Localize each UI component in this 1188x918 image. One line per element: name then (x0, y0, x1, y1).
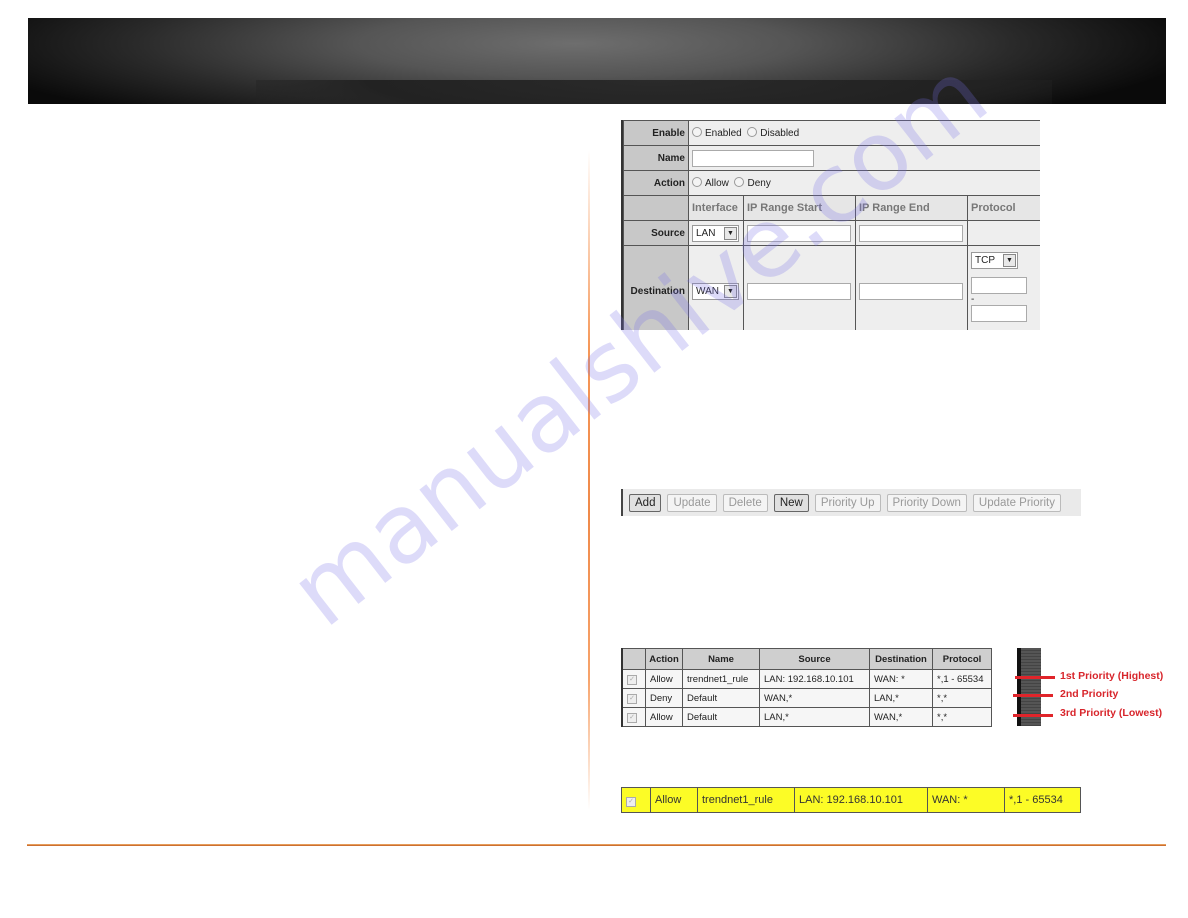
protocol-select[interactable]: TCP ▼ (971, 252, 1018, 269)
rule-action: Deny (645, 688, 683, 708)
rule-protocol: *,1 - 65534 (932, 669, 992, 689)
table-row[interactable]: ✓ Deny Default WAN,* LAN,* *,* (621, 688, 992, 708)
destination-ip-start-input[interactable] (747, 283, 851, 300)
allow-option-label: Allow (705, 178, 729, 189)
chevron-down-icon: ▼ (724, 285, 737, 298)
rule-source: LAN: 192.168.10.101 (759, 669, 870, 689)
column-interface: Interface (688, 195, 744, 221)
rules-list: Action Name Source Destination Protocol … (621, 648, 1041, 727)
action-column-header: Action (645, 648, 683, 670)
source-column-header: Source (759, 648, 870, 670)
source-ip-end-input[interactable] (859, 224, 963, 242)
destination-ip-end-input[interactable] (859, 283, 963, 300)
rule-name: Default (682, 707, 760, 727)
port-start-input[interactable] (971, 277, 1027, 294)
select-column-header (621, 648, 646, 670)
protocol-value: TCP (975, 255, 995, 266)
rule-destination: WAN,* (869, 707, 933, 727)
source-interface-value: LAN (696, 227, 716, 239)
priority-up-button[interactable]: Priority Up (814, 493, 881, 512)
rule-action: Allow (645, 707, 683, 727)
chevron-down-icon: ▼ (724, 226, 737, 240)
destination-interface-value: WAN (696, 286, 719, 297)
rule-button-bar: Add Update Delete New Priority Up Priori… (621, 489, 1081, 516)
priority-down-button[interactable]: Priority Down (886, 493, 967, 512)
table-row[interactable]: ✓ Allow Default LAN,* WAN,* *,* (621, 707, 992, 727)
name-input[interactable] (692, 149, 814, 167)
port-separator: - (971, 294, 975, 305)
add-button[interactable]: Add (629, 493, 662, 512)
priority-label-2: 2nd Priority (1060, 688, 1119, 700)
destination-column-header: Destination (869, 648, 933, 670)
rule-form: Enable Enabled Disabled Name Action Allo… (621, 120, 1040, 330)
row-checkbox[interactable]: ✓ (627, 675, 637, 685)
column-protocol: Protocol (967, 195, 1040, 221)
rule-destination: WAN: * (927, 788, 1005, 812)
source-ip-start-input[interactable] (747, 224, 851, 242)
rule-name: trendnet1_rule (697, 788, 795, 812)
rule-name: trendnet1_rule (682, 669, 760, 689)
enabled-radio[interactable] (692, 127, 702, 137)
rule-action: Allow (650, 788, 698, 812)
source-interface-select[interactable]: LAN ▼ (692, 224, 739, 242)
enabled-option-label: Enabled (705, 128, 742, 139)
name-column-header: Name (682, 648, 760, 670)
vertical-divider (588, 150, 590, 810)
row-checkbox[interactable]: ✓ (627, 713, 637, 723)
rule-name: Default (682, 688, 760, 708)
row-checkbox[interactable]: ✓ (626, 796, 636, 807)
update-button[interactable]: Update (667, 493, 717, 512)
disabled-radio[interactable] (747, 127, 758, 137)
column-ip-range-start: IP Range Start (743, 195, 856, 221)
header-corner (623, 195, 689, 221)
priority-label-1: 1st Priority (Highest) (1060, 670, 1164, 682)
rule-protocol: *,* (932, 707, 992, 727)
table-row[interactable]: ✓ Allow trendnet1_rule LAN: 192.168.10.1… (621, 669, 992, 689)
rule-source: LAN,* (759, 707, 870, 727)
action-label: Action (623, 170, 689, 196)
chevron-down-icon: ▼ (1003, 254, 1016, 267)
priority-marker-1 (1015, 676, 1055, 679)
rule-protocol: *,1 - 65534 (1009, 794, 1063, 806)
highlighted-rule-row[interactable]: ✓ Allow trendnet1_rule LAN: 192.168.10.1… (621, 787, 1081, 813)
enable-label: Enable (623, 120, 689, 146)
rule-destination: LAN,* (869, 688, 933, 708)
header-banner (28, 18, 1166, 104)
delete-button[interactable]: Delete (722, 493, 768, 512)
name-label: Name (623, 145, 689, 171)
footer-divider (27, 844, 1166, 846)
update-priority-button[interactable]: Update Priority (972, 493, 1061, 512)
protocol-column-header: Protocol (932, 648, 992, 670)
row-checkbox[interactable]: ✓ (627, 694, 637, 704)
column-ip-range-end: IP Range End (855, 195, 968, 221)
allow-radio[interactable] (692, 177, 702, 187)
rule-action: Allow (645, 669, 683, 689)
deny-option-label: Deny (747, 178, 771, 189)
source-label: Source (623, 220, 689, 246)
rule-source: WAN,* (759, 688, 870, 708)
rule-source: LAN: 192.168.10.101 (794, 788, 928, 812)
rule-protocol: *,* (932, 688, 992, 708)
port-end-input[interactable] (971, 305, 1027, 322)
disabled-option-label: Disabled (760, 128, 800, 139)
new-button[interactable]: New (773, 493, 809, 512)
destination-interface-select[interactable]: WAN ▼ (692, 283, 739, 300)
priority-label-3: 3rd Priority (Lowest) (1060, 707, 1163, 719)
destination-label: Destination (623, 245, 689, 330)
priority-marker-2 (1013, 694, 1053, 697)
priority-marker-3 (1013, 714, 1053, 717)
rule-destination: WAN: * (869, 669, 933, 689)
deny-radio[interactable] (734, 177, 745, 187)
